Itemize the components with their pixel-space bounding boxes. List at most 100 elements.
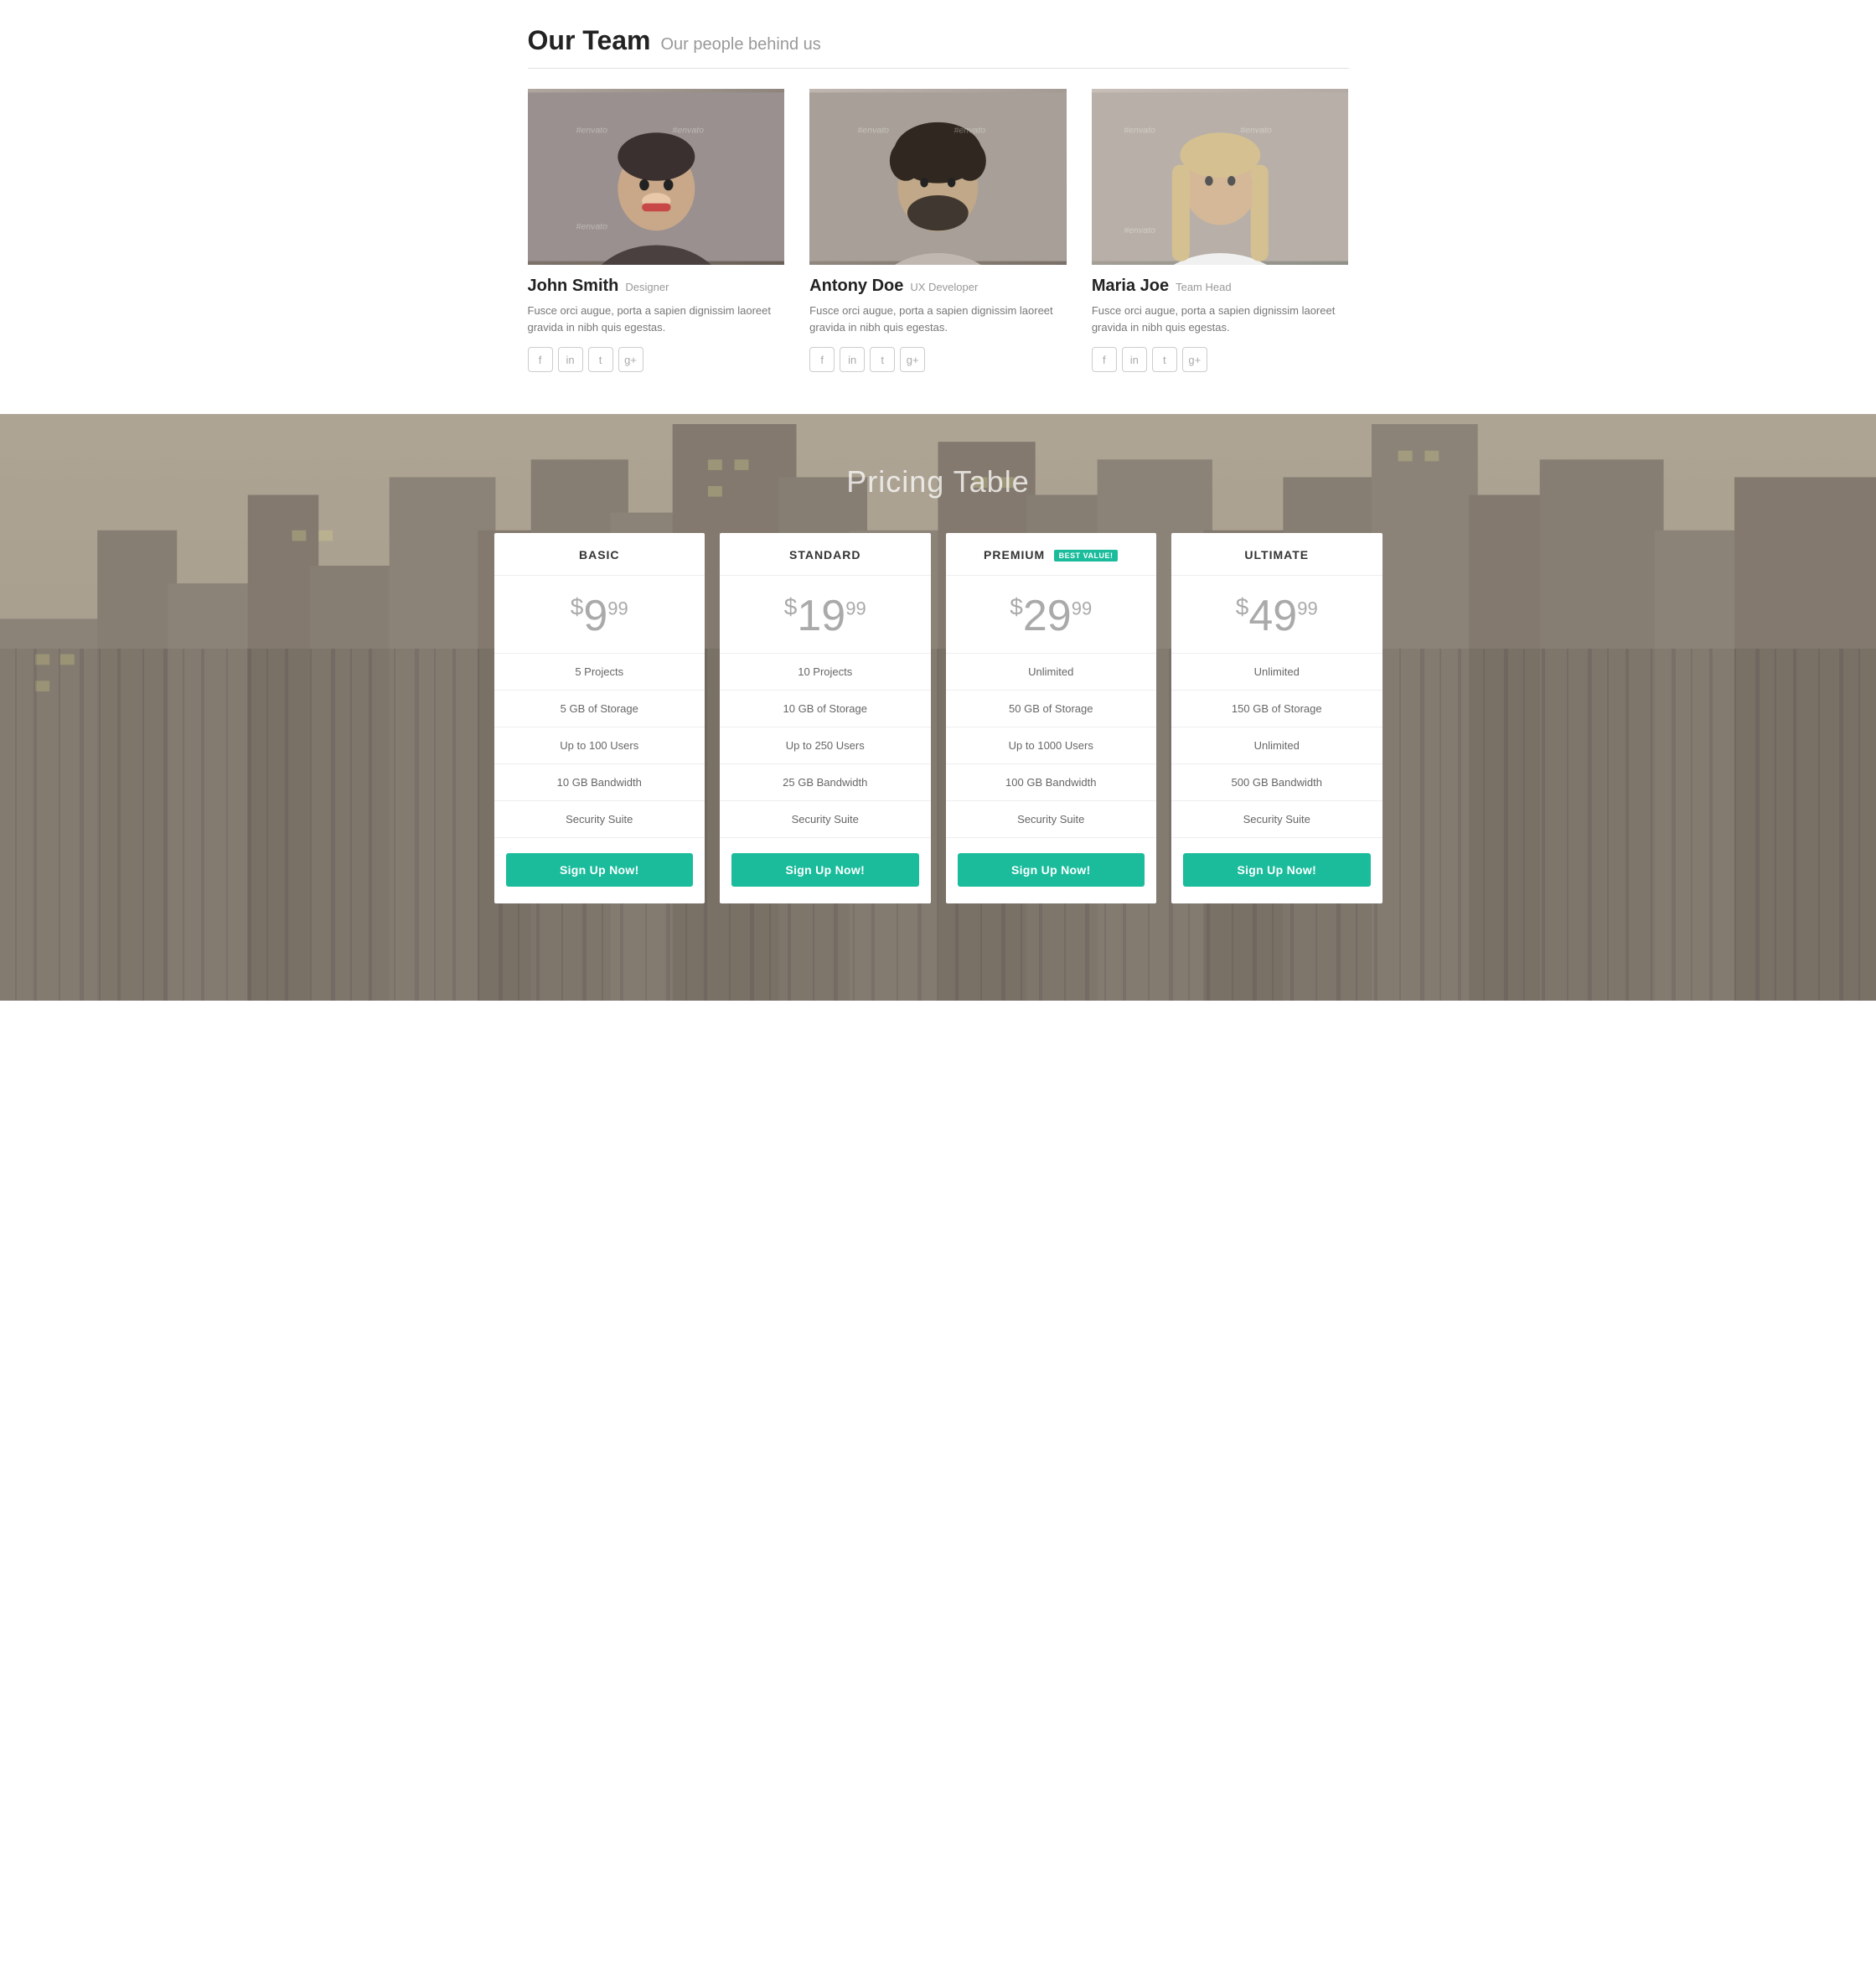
premium-feature-4: 100 GB Bandwidth <box>946 764 1157 801</box>
antony-illustration: #envato #envato <box>809 89 1067 265</box>
basic-price-row: $999 <box>494 576 705 654</box>
team-section-subtitle: Our people behind us <box>661 35 821 54</box>
svg-text:#envato: #envato <box>1124 125 1155 135</box>
ultimate-feature-5: Security Suite <box>1171 801 1382 838</box>
best-value-badge: BEST VALUE! <box>1054 550 1119 562</box>
team-card-john: #envato #envato #envato John Smith Desig… <box>528 89 785 372</box>
standard-feature-5: Security Suite <box>720 801 931 838</box>
standard-feature-4: 25 GB Bandwidth <box>720 764 931 801</box>
maria-role: Team Head <box>1176 281 1231 293</box>
antony-name-row: Antony Doe UX Developer <box>809 277 1067 296</box>
pricing-title: Pricing Table <box>494 464 1382 499</box>
standard-header: STANDARD <box>720 533 931 576</box>
premium-feature-1: Unlimited <box>946 654 1157 691</box>
john-role: Designer <box>625 281 669 293</box>
basic-signup-button[interactable]: Sign Up Now! <box>506 853 694 887</box>
john-name-row: John Smith Designer <box>528 277 785 296</box>
svg-text:#envato: #envato <box>576 125 607 135</box>
basic-price: $999 <box>571 592 628 640</box>
standard-price-row: $1999 <box>720 576 931 654</box>
antony-linkedin-icon[interactable]: in <box>840 347 865 372</box>
standard-cta: Sign Up Now! <box>720 838 931 903</box>
standard-price: $1999 <box>784 592 866 640</box>
antony-googleplus-icon[interactable]: g+ <box>900 347 925 372</box>
maria-googleplus-icon[interactable]: g+ <box>1182 347 1207 372</box>
pricing-card-basic: BASIC $999 5 Projects 5 GB of Storage Up… <box>494 533 705 903</box>
team-card-maria: #envato #envato #envato Maria Joe Team H… <box>1092 89 1349 372</box>
maria-illustration: #envato #envato #envato <box>1092 89 1349 265</box>
basic-feature-4: 10 GB Bandwidth <box>494 764 705 801</box>
ultimate-feature-1: Unlimited <box>1171 654 1382 691</box>
team-photo-antony: #envato #envato <box>809 89 1067 265</box>
antony-facebook-icon[interactable]: f <box>809 347 835 372</box>
pricing-section-inner: Pricing Table BASIC $999 5 Projects 5 GB… <box>494 464 1382 903</box>
premium-tier-label: PREMIUM <box>984 548 1045 562</box>
john-social: f in t g+ <box>528 347 785 372</box>
antony-role: UX Developer <box>910 281 978 293</box>
john-linkedin-icon[interactable]: in <box>558 347 583 372</box>
team-section: Our Team Our people behind us <box>0 0 1876 414</box>
pricing-card-ultimate: ULTIMATE $4999 Unlimited 150 GB of Stora… <box>1171 533 1382 903</box>
antony-social: f in t g+ <box>809 347 1067 372</box>
john-googleplus-icon[interactable]: g+ <box>618 347 643 372</box>
john-twitter-icon[interactable]: t <box>588 347 613 372</box>
maria-bio: Fusce orci augue, porta a sapien digniss… <box>1092 303 1349 335</box>
maria-twitter-icon[interactable]: t <box>1152 347 1177 372</box>
ultimate-signup-button[interactable]: Sign Up Now! <box>1183 853 1371 887</box>
svg-text:#envato: #envato <box>858 125 890 135</box>
pricing-grid: BASIC $999 5 Projects 5 GB of Storage Up… <box>494 533 1382 903</box>
svg-text:#envato: #envato <box>576 221 607 231</box>
john-illustration: #envato #envato #envato <box>528 89 785 265</box>
basic-cta: Sign Up Now! <box>494 838 705 903</box>
premium-feature-3: Up to 1000 Users <box>946 727 1157 764</box>
ultimate-price-row: $4999 <box>1171 576 1382 654</box>
pricing-card-premium: PREMIUM BEST VALUE! $2999 Unlimited 50 G… <box>946 533 1157 903</box>
premium-cta: Sign Up Now! <box>946 838 1157 903</box>
ultimate-feature-4: 500 GB Bandwidth <box>1171 764 1382 801</box>
ultimate-header: ULTIMATE <box>1171 533 1382 576</box>
basic-tier-label: BASIC <box>579 548 620 562</box>
maria-social: f in t g+ <box>1092 347 1349 372</box>
premium-price-row: $2999 <box>946 576 1157 654</box>
premium-signup-button[interactable]: Sign Up Now! <box>958 853 1145 887</box>
ultimate-tier-label: ULTIMATE <box>1244 548 1309 562</box>
standard-feature-1: 10 Projects <box>720 654 931 691</box>
premium-price: $2999 <box>1010 592 1092 640</box>
premium-header: PREMIUM BEST VALUE! <box>946 533 1157 576</box>
basic-feature-5: Security Suite <box>494 801 705 838</box>
team-header: Our Team Our people behind us <box>528 25 1349 69</box>
team-grid: #envato #envato #envato John Smith Desig… <box>528 89 1349 372</box>
ultimate-feature-2: 150 GB of Storage <box>1171 691 1382 727</box>
antony-name: Antony Doe <box>809 277 903 296</box>
team-photo-john: #envato #envato #envato <box>528 89 785 265</box>
svg-text:#envato: #envato <box>954 125 986 135</box>
basic-feature-3: Up to 100 Users <box>494 727 705 764</box>
maria-linkedin-icon[interactable]: in <box>1122 347 1147 372</box>
john-facebook-icon[interactable]: f <box>528 347 553 372</box>
antony-bio: Fusce orci augue, porta a sapien digniss… <box>809 303 1067 335</box>
basic-header: BASIC <box>494 533 705 576</box>
ultimate-feature-3: Unlimited <box>1171 727 1382 764</box>
team-section-title: Our Team <box>528 25 651 56</box>
standard-signup-button[interactable]: Sign Up Now! <box>731 853 919 887</box>
standard-feature-3: Up to 250 Users <box>720 727 931 764</box>
premium-feature-5: Security Suite <box>946 801 1157 838</box>
standard-feature-2: 10 GB of Storage <box>720 691 931 727</box>
basic-feature-2: 5 GB of Storage <box>494 691 705 727</box>
team-photo-maria: #envato #envato #envato <box>1092 89 1349 265</box>
john-name: John Smith <box>528 277 619 296</box>
pricing-card-standard: STANDARD $1999 10 Projects 10 GB of Stor… <box>720 533 931 903</box>
maria-facebook-icon[interactable]: f <box>1092 347 1117 372</box>
basic-feature-1: 5 Projects <box>494 654 705 691</box>
svg-text:#envato: #envato <box>672 125 704 135</box>
svg-text:#envato: #envato <box>1240 125 1272 135</box>
svg-text:#envato: #envato <box>1124 225 1155 235</box>
antony-twitter-icon[interactable]: t <box>870 347 895 372</box>
maria-name-row: Maria Joe Team Head <box>1092 277 1349 296</box>
maria-name: Maria Joe <box>1092 277 1169 296</box>
team-card-antony: #envato #envato Antony Doe UX Developer … <box>809 89 1067 372</box>
standard-tier-label: STANDARD <box>789 548 861 562</box>
ultimate-price: $4999 <box>1236 592 1318 640</box>
premium-feature-2: 50 GB of Storage <box>946 691 1157 727</box>
john-bio: Fusce orci augue, porta a sapien digniss… <box>528 303 785 335</box>
